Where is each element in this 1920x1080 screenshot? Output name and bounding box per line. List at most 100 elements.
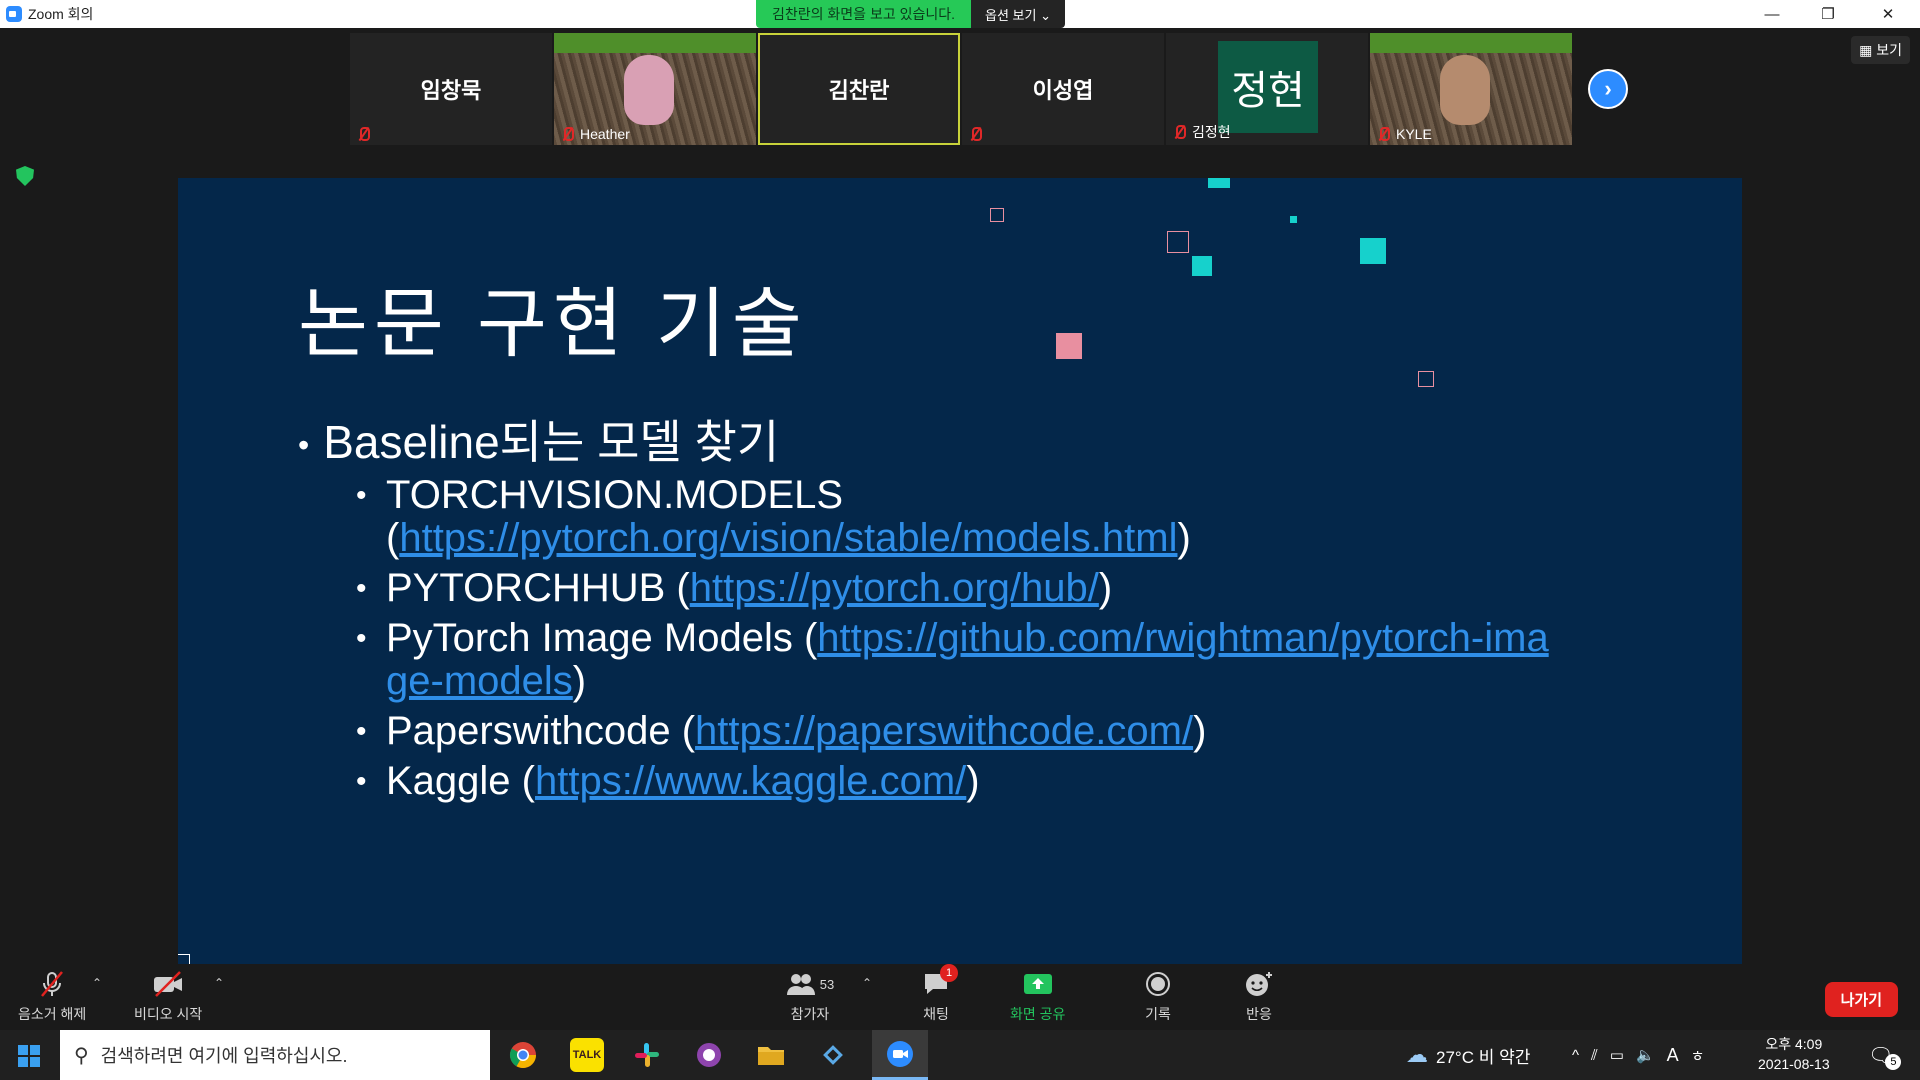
item-link[interactable]: https://pytorch.org/vision/stable/models… bbox=[399, 516, 1177, 560]
weather-text: 27°C 비 약간 bbox=[1436, 1047, 1531, 1067]
slack-icon[interactable] bbox=[630, 1038, 664, 1072]
item-link[interactable]: https://pytorch.org/hub/ bbox=[690, 566, 1099, 610]
list-item: Paperswithcode (https://paperswithcode.c… bbox=[356, 709, 1556, 754]
participants-caret-icon[interactable]: ⌃ bbox=[862, 976, 872, 990]
slide-bullet: Baseline되는 모델 찾기 bbox=[298, 406, 779, 472]
next-page-arrow-icon[interactable]: › bbox=[1588, 69, 1628, 109]
start-video-button[interactable]: 비디오 시작 bbox=[134, 970, 202, 1024]
paren: ) bbox=[966, 759, 980, 803]
unmute-label: 음소거 해제 bbox=[18, 1006, 87, 1022]
chat-unread-badge: 1 bbox=[940, 964, 958, 982]
window-titlebar: Zoom 회의 김찬란의 화면을 보고 있습니다. 옵션 보기 ⌄ — ❐ ✕ bbox=[0, 0, 1920, 28]
participants-icon-group: 53 bbox=[780, 970, 840, 998]
chevron-up-icon[interactable]: ^ bbox=[1572, 1047, 1579, 1064]
keyboard-layout-icon[interactable]: ㅎ bbox=[1691, 1045, 1705, 1066]
participant-tile[interactable]: KYLE bbox=[1370, 33, 1572, 145]
paren: ( bbox=[670, 709, 696, 753]
participants-icon bbox=[786, 974, 815, 995]
taskbar-search-box[interactable]: ⚲ 검색하려면 여기에 입력하십시오. bbox=[60, 1030, 490, 1080]
mic-muted-icon bbox=[968, 126, 982, 142]
mic-muted-icon bbox=[1376, 126, 1390, 142]
participants-button[interactable]: 53 참가자 bbox=[780, 970, 840, 1024]
item-text: Paperswithcode bbox=[386, 709, 671, 753]
mic-muted-icon bbox=[1172, 124, 1186, 140]
ime-mode-icon[interactable]: A bbox=[1667, 1045, 1679, 1066]
chat-button[interactable]: 1 채팅 bbox=[920, 964, 958, 1024]
item-text: Kaggle bbox=[386, 759, 511, 803]
mic-muted-icon bbox=[560, 126, 574, 142]
participant-count: 53 bbox=[819, 976, 835, 992]
video-options-caret-icon[interactable]: ⌃ bbox=[214, 976, 224, 990]
microphone-muted-icon bbox=[36, 970, 68, 998]
battery-icon[interactable]: ▭ bbox=[1610, 1046, 1624, 1064]
record-button[interactable]: 기록 bbox=[1142, 970, 1174, 1024]
slide-heading: 논문 구현 기술 bbox=[298, 282, 808, 367]
item-link[interactable]: https://www.kaggle.com/ bbox=[535, 759, 966, 803]
unmute-button[interactable]: 음소거 해제 bbox=[18, 970, 86, 1024]
paren: ( bbox=[792, 616, 818, 660]
camera-off-icon bbox=[152, 970, 184, 998]
decor-square bbox=[1192, 256, 1212, 276]
paren: ( bbox=[510, 759, 535, 803]
participant-tile[interactable]: 정현 김정현 bbox=[1166, 33, 1368, 145]
participant-name: Heather bbox=[580, 126, 630, 142]
participant-name: 김찬란 bbox=[828, 78, 890, 103]
restore-button[interactable]: ❐ bbox=[1800, 0, 1856, 28]
windows-taskbar: ⚲ 검색하려면 여기에 입력하십시오. TALK ☁ 27°C 비 약간 ^ ⫽… bbox=[0, 1030, 1920, 1080]
weather-widget[interactable]: ☁ 27°C 비 약간 bbox=[1406, 1030, 1530, 1080]
smiley-icon bbox=[1243, 970, 1275, 998]
system-tray: ^ ⫽ ▭ 🔈 A ㅎ bbox=[1572, 1030, 1704, 1080]
windows-start-icon[interactable] bbox=[18, 1045, 40, 1067]
item-link[interactable]: https://paperswithcode.com/ bbox=[695, 709, 1193, 753]
paren: ) bbox=[1098, 566, 1113, 610]
participant-tile[interactable]: 임창묵 bbox=[350, 33, 552, 145]
slide-sub-list: TORCHVISION.MODELS ( https://pytorch.org/v… bbox=[356, 474, 1556, 810]
view-button[interactable]: ▦ 보기 bbox=[1851, 36, 1910, 64]
paren: ) bbox=[572, 659, 587, 703]
participants-label: 참가자 bbox=[790, 1006, 830, 1022]
decor-square bbox=[1167, 231, 1189, 253]
view-options-button[interactable]: 옵션 보기 ⌄ bbox=[971, 0, 1065, 28]
kakaotalk-icon[interactable]: TALK bbox=[570, 1038, 604, 1072]
search-icon: ⚲ bbox=[74, 1044, 89, 1067]
item-text: PYTORCHHUB bbox=[386, 566, 666, 610]
decor-square bbox=[1360, 238, 1386, 264]
security-shield-icon[interactable] bbox=[16, 166, 34, 186]
paren: ) bbox=[1193, 709, 1207, 753]
participant-name: 이성엽 bbox=[1032, 78, 1094, 103]
notification-center-icon[interactable]: 🗨 5 bbox=[1868, 1030, 1902, 1080]
share-screen-icon bbox=[1022, 970, 1054, 998]
shared-screen-slide: 논문 구현 기술 Baseline되는 모델 찾기 TORCHVISION.MO… bbox=[178, 178, 1742, 992]
taskbar-clock[interactable]: 오후 4:09 2021-08-13 bbox=[1758, 1034, 1830, 1074]
signal-icon[interactable]: ⫽ bbox=[1591, 1047, 1598, 1064]
chrome-icon[interactable] bbox=[506, 1038, 540, 1072]
github-desktop-icon[interactable] bbox=[692, 1038, 726, 1072]
share-screen-label: 화면 공유 bbox=[1010, 1006, 1066, 1022]
avatar-figure bbox=[1440, 55, 1490, 125]
reactions-button[interactable]: 반응 bbox=[1243, 970, 1275, 1024]
zoom-taskbar-icon[interactable] bbox=[872, 1030, 928, 1080]
participant-tile[interactable]: Heather bbox=[554, 33, 756, 145]
app-icon[interactable] bbox=[816, 1038, 850, 1072]
clock-time: 오후 4:09 bbox=[1765, 1036, 1823, 1052]
paren: ) bbox=[1177, 516, 1191, 560]
list-item: Kaggle (https://www.kaggle.com/) bbox=[356, 759, 1556, 804]
participant-tile-active-speaker[interactable]: 김찬란 bbox=[758, 33, 960, 145]
participant-tile[interactable]: 이성엽 bbox=[962, 33, 1164, 145]
file-explorer-icon[interactable] bbox=[754, 1038, 788, 1072]
close-button[interactable]: ✕ bbox=[1860, 0, 1916, 28]
decor-square bbox=[1290, 216, 1297, 223]
view-button-label: 보기 bbox=[1876, 42, 1902, 58]
profile-avatar: 정현 bbox=[1218, 41, 1318, 133]
decor-square bbox=[1418, 371, 1434, 387]
share-screen-button[interactable]: 화면 공유 bbox=[1010, 970, 1065, 1024]
clock-date: 2021-08-13 bbox=[1758, 1056, 1830, 1072]
minimize-button[interactable]: — bbox=[1744, 0, 1800, 28]
audio-options-caret-icon[interactable]: ⌃ bbox=[92, 976, 102, 990]
leave-meeting-button[interactable]: 나가기 bbox=[1824, 982, 1898, 1017]
grid-icon: ▦ bbox=[1859, 42, 1877, 58]
chat-label: 채팅 bbox=[923, 1006, 949, 1022]
chat-icon: 1 bbox=[920, 964, 958, 998]
volume-icon[interactable]: 🔈 bbox=[1636, 1046, 1655, 1064]
item-text: TORCHVISION.MODELS bbox=[386, 473, 844, 517]
